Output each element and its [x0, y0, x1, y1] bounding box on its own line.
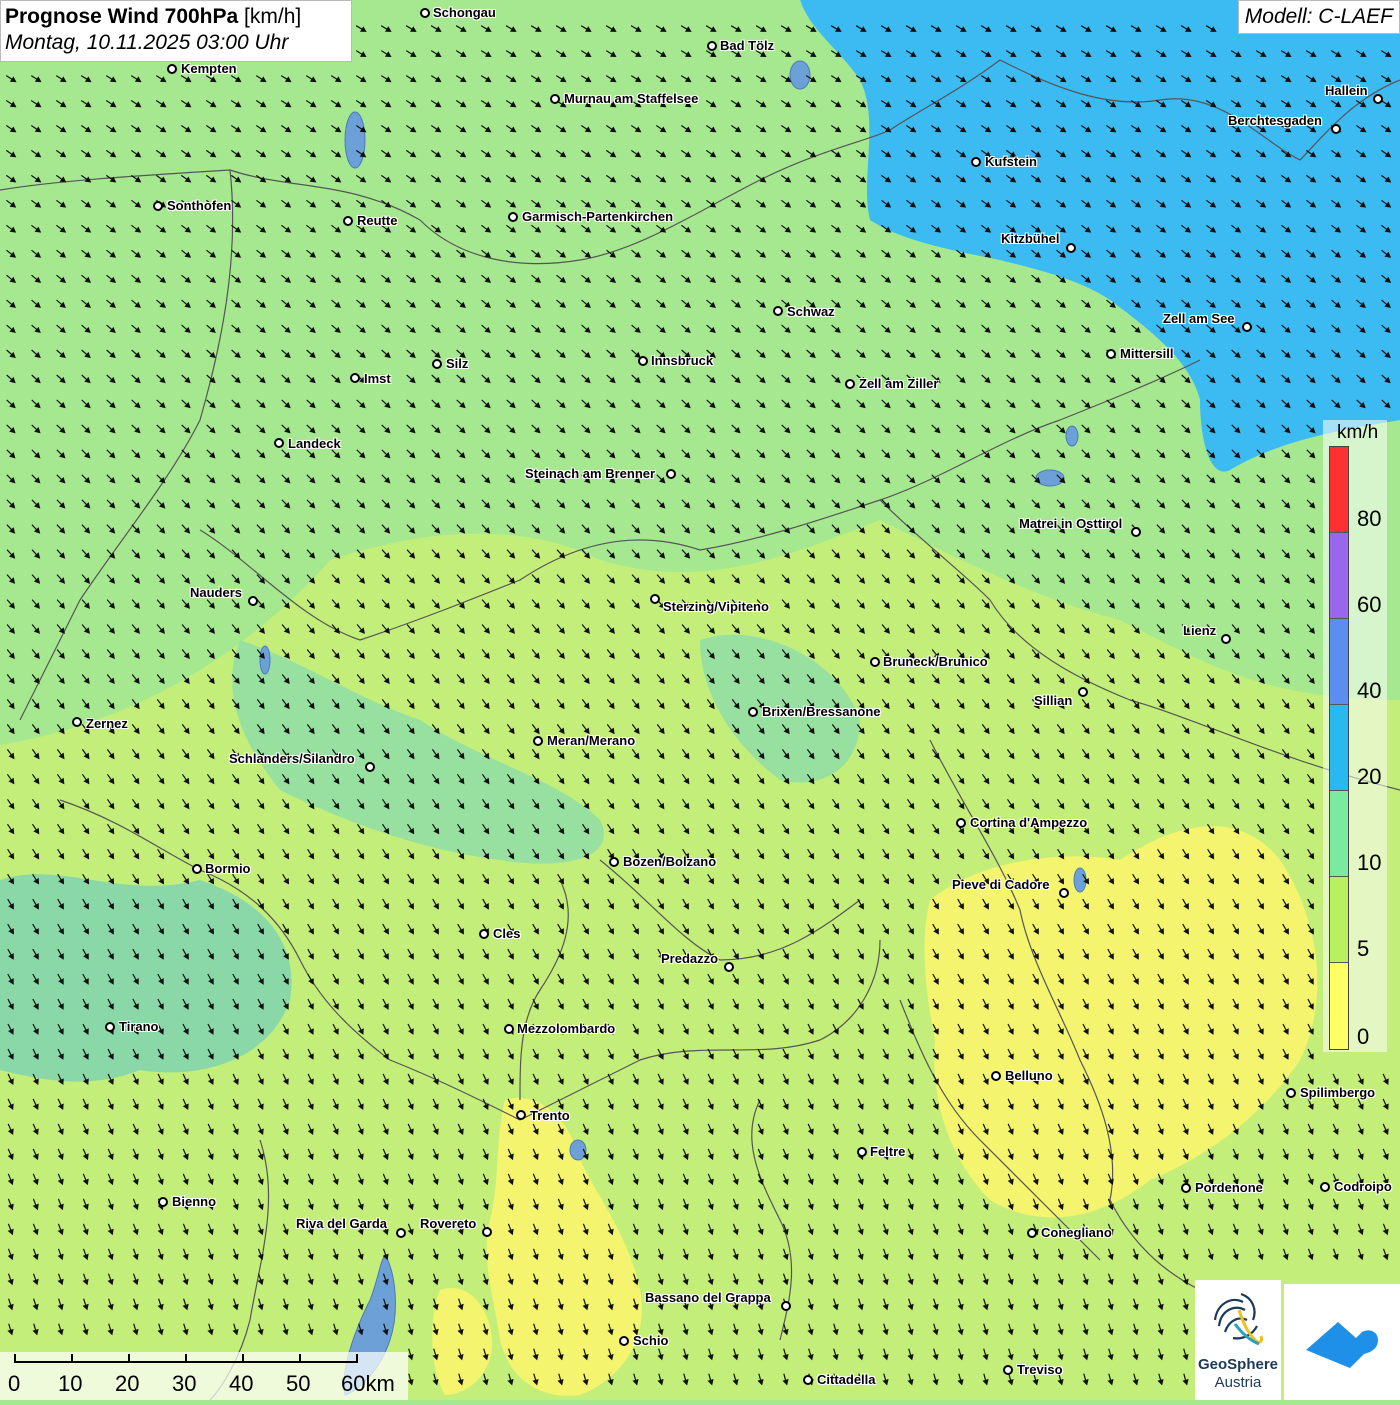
fill-teal-southwest — [0, 874, 292, 1082]
